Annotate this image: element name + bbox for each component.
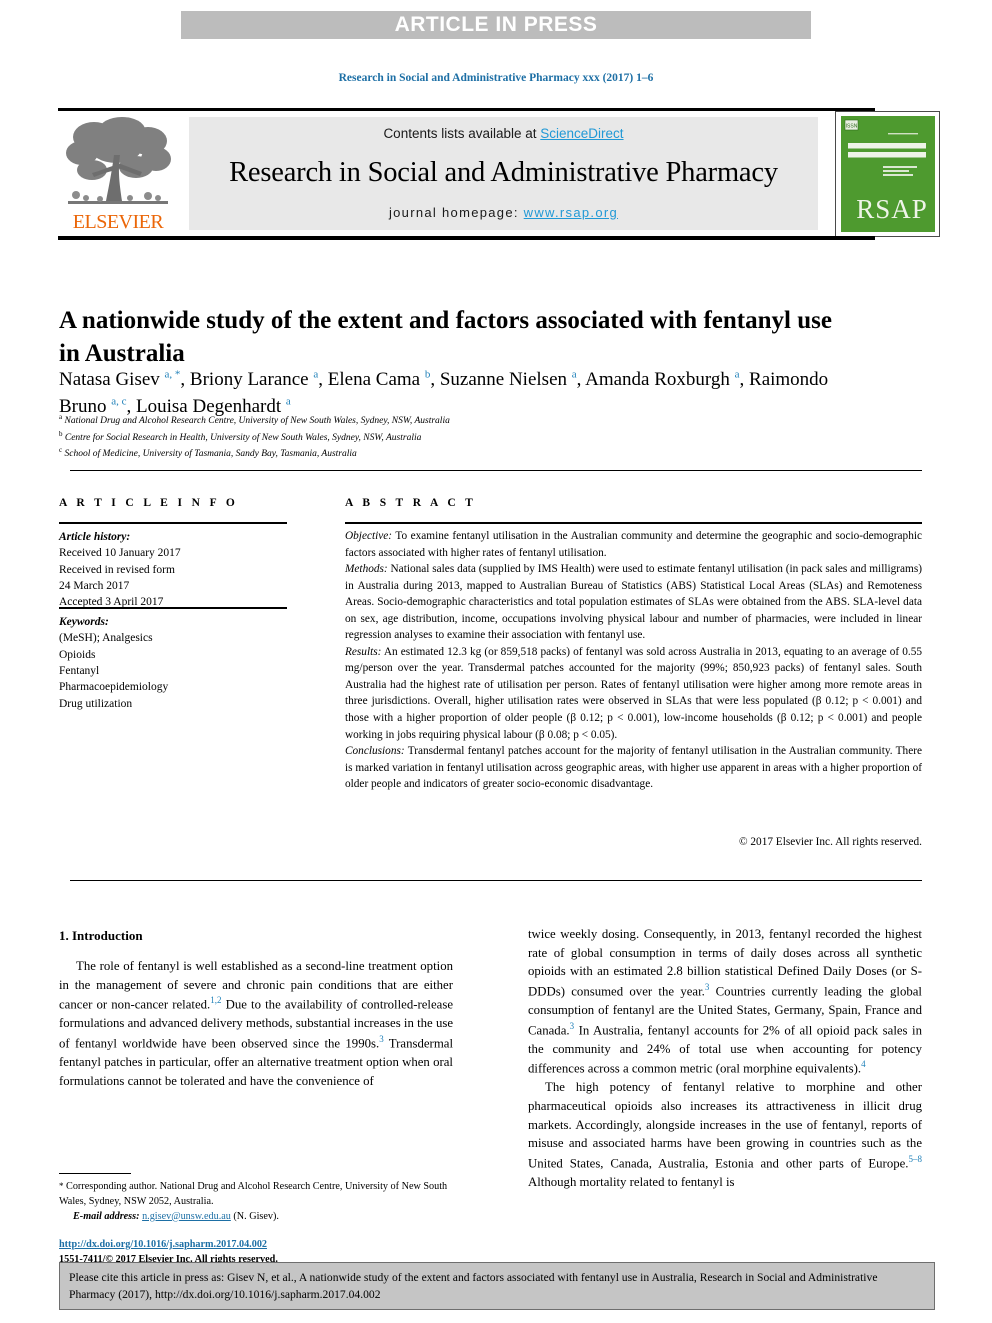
affiliation-item: a National Drug and Alcohol Research Cen… <box>59 412 859 429</box>
article-history-rule <box>59 522 287 524</box>
journal-masthead: ELSEVIER Contents lists available at Sci… <box>58 108 940 240</box>
corresponding-author-text: * Corresponding author. National Drug an… <box>59 1181 448 1207</box>
intro-paragraph: The role of fentanyl is well established… <box>59 959 454 1088</box>
contents-list-line: Contents lists available at ScienceDirec… <box>383 126 623 141</box>
affiliation-marker: a <box>59 413 63 421</box>
abstract-objective-text: To examine fentanyl utilisation in the A… <box>345 530 922 559</box>
article-history-line: Accepted 3 April 2017 <box>59 596 164 609</box>
doi-link[interactable]: http://dx.doi.org/10.1016/j.sapharm.2017… <box>59 1239 267 1250</box>
affiliation-marker: b <box>59 429 63 438</box>
article-history-block: Article history: Received 10 January 201… <box>59 529 309 611</box>
elsevier-wordmark: ELSEVIER <box>72 211 164 233</box>
abstract-conclusions-label: Conclusions: <box>345 745 405 758</box>
keyword-item: (MeSH); Analgesics <box>59 632 153 645</box>
article-history-line: Received in revised form <box>59 563 175 576</box>
article-history-line: Received 10 January 2017 <box>59 547 181 560</box>
affiliation-text: Centre for Social Research in Health, Un… <box>64 432 422 443</box>
affiliation-list: a National Drug and Alcohol Research Cen… <box>59 412 859 462</box>
affiliation-item: b Centre for Social Research in Health, … <box>59 429 859 446</box>
info-section-top-rule <box>70 470 922 471</box>
abstract-conclusions-text: Transdermal fentanyl patches account for… <box>345 745 922 791</box>
journal-reference-line: Research in Social and Administrative Ph… <box>338 72 654 84</box>
intro-paragraph-2: The high potency of fentanyl relative to… <box>528 1080 922 1189</box>
abstract-results-text: An estimated 12.3 kg (or 859,518 packs) … <box>345 645 922 741</box>
abstract-heading: A B S T R A C T <box>345 497 477 509</box>
abstract-copyright: © 2017 Elsevier Inc. All rights reserved… <box>738 836 922 848</box>
abstract-rule <box>345 522 922 524</box>
body-column-left: The role of fentanyl is well established… <box>59 957 453 1090</box>
masthead-bottom-rule <box>58 236 875 240</box>
sciencedirect-box: Contents lists available at ScienceDirec… <box>189 117 818 230</box>
abstract-objective: Objective: To examine fentanyl utilisati… <box>345 528 922 561</box>
abstract-conclusions: Conclusions: Transdermal fentanyl patche… <box>345 743 922 793</box>
article-history-label: Article history: <box>59 531 131 543</box>
article-in-press-banner: ARTICLE IN PRESS <box>181 11 811 39</box>
svg-text:ISSN: ISSN <box>846 124 858 130</box>
elsevier-logo: ELSEVIER <box>60 115 176 232</box>
keyword-item: Fentanyl <box>59 664 100 677</box>
journal-homepage-line: journal homepage: www.rsap.org <box>389 205 618 220</box>
body-column-right: twice weekly dosing. Consequently, in 20… <box>528 925 922 1191</box>
abstract-bottom-rule <box>70 880 922 881</box>
abstract-methods-text: National sales data (supplied by IMS Hea… <box>345 563 922 642</box>
abstract-methods-label: Methods: <box>345 563 388 576</box>
affiliation-text: School of Medicine, University of Tasman… <box>64 449 357 460</box>
abstract-objective-label: Objective: <box>345 530 393 542</box>
page-title: A nationwide study of the extent and fac… <box>59 306 832 368</box>
email-suffix: (N. Gisev). <box>230 1210 279 1222</box>
introduction-heading: 1. Introduction <box>59 928 143 943</box>
abstract-methods: Methods: National sales data (supplied b… <box>345 561 922 644</box>
keywords-label: Keywords: <box>59 616 109 628</box>
journal-cover-thumbnail: ISSN RSAP <box>835 111 940 237</box>
affiliation-text: National Drug and Alcohol Research Centr… <box>64 416 450 427</box>
keyword-item: Pharmacoepidemiology <box>59 681 169 694</box>
abstract-results: Results: An estimated 12.3 kg (or 859,51… <box>345 644 922 743</box>
elsevier-tree-icon <box>66 117 171 204</box>
contents-list-prefix: Contents lists available at <box>383 126 541 141</box>
email-footnote: E-mail address: n.gisev@unsw.edu.au (N. … <box>59 1210 453 1225</box>
corresponding-author-footnote: * Corresponding author. National Drug an… <box>59 1180 453 1225</box>
cite-this-article-box: Please cite this article in press as: Gi… <box>59 1262 935 1310</box>
journal-homepage-prefix: journal homepage: <box>388 205 524 220</box>
intro-paragraph-continued: twice weekly dosing. Consequently, in 20… <box>528 927 922 1076</box>
journal-homepage-link[interactable]: www.rsap.org <box>524 205 618 220</box>
abstract-body: Objective: To examine fentanyl utilisati… <box>345 528 922 793</box>
masthead-top-rule <box>58 108 875 111</box>
keywords-block: Keywords: (MeSH); Analgesics Opioids Fen… <box>59 614 309 712</box>
footnote-separator-rule <box>59 1173 131 1174</box>
article-info-heading: A R T I C L E I N F O <box>59 497 239 509</box>
keyword-item: Drug utilization <box>59 697 133 710</box>
journal-title: Research in Social and Administrative Ph… <box>229 157 778 188</box>
affiliation-marker: c <box>59 446 63 455</box>
sciencedirect-link[interactable]: ScienceDirect <box>540 126 623 141</box>
article-in-press-label: ARTICLE IN PRESS <box>394 13 598 36</box>
journal-cover-image: ISSN RSAP <box>836 112 939 236</box>
keyword-item: Opioids <box>59 648 96 661</box>
abstract-results-label: Results: <box>345 645 382 658</box>
article-history-line: 24 March 2017 <box>59 579 130 592</box>
email-label: E-mail address: <box>73 1210 140 1222</box>
svg-text:RSAP: RSAP <box>856 194 928 224</box>
affiliation-item: c School of Medicine, University of Tasm… <box>59 445 859 462</box>
email-link[interactable]: n.gisev@unsw.edu.au <box>142 1211 231 1222</box>
